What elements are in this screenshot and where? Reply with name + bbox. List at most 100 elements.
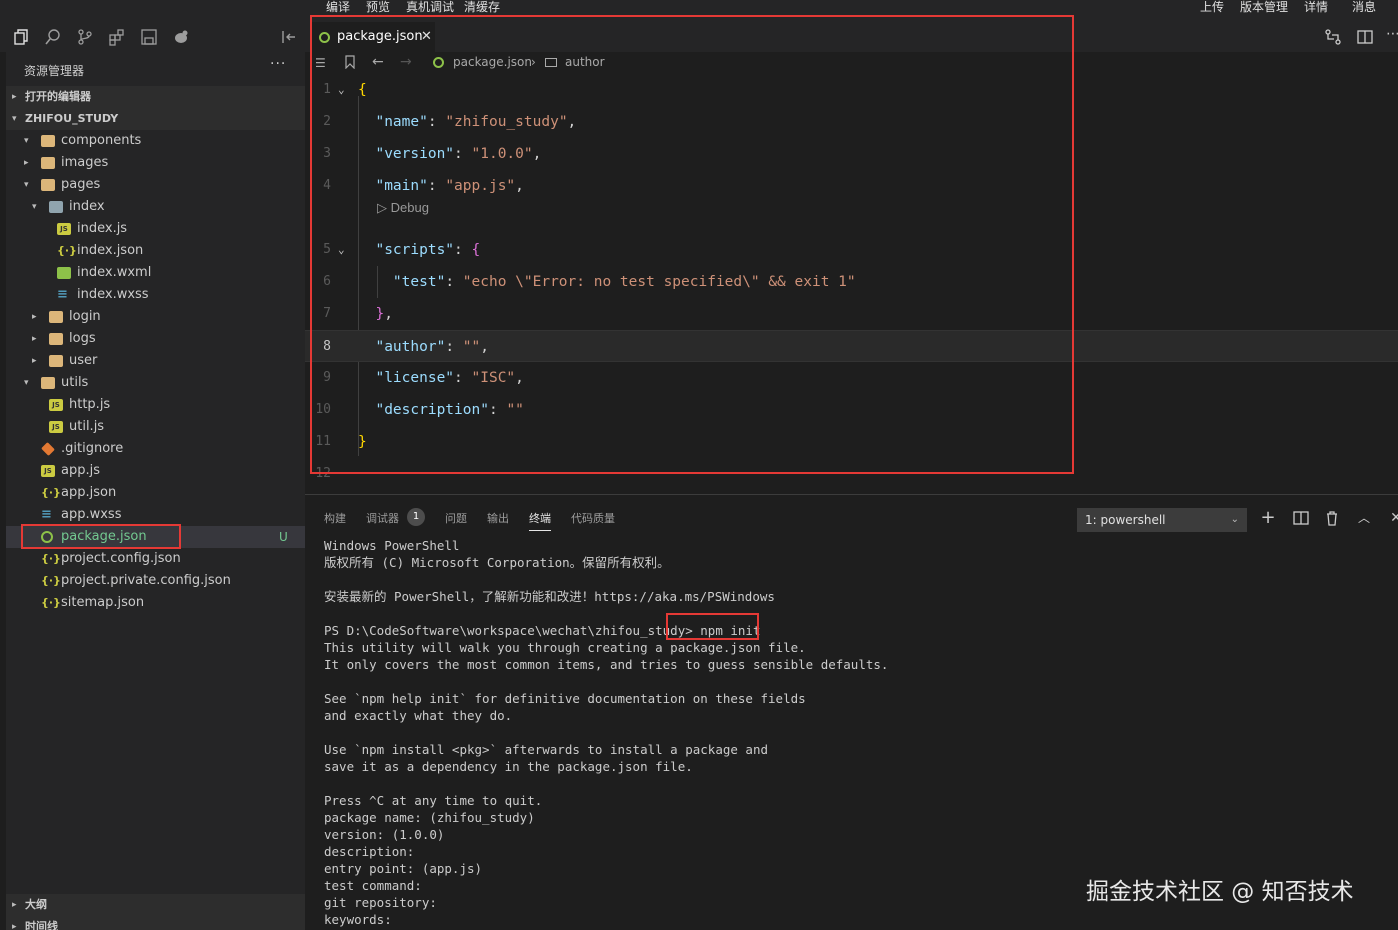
breadcrumb-symbol[interactable]: author	[565, 52, 605, 72]
tree-item[interactable]: JS app.js	[6, 460, 305, 482]
tree-item-label: index.wxml	[77, 265, 152, 280]
code-line[interactable]: 7 },	[305, 298, 1398, 330]
tree-item[interactable]: ▸ login	[6, 306, 305, 328]
tree-item[interactable]: JS index.js	[6, 218, 305, 240]
tree-item[interactable]: ≡ app.wxss	[6, 504, 305, 526]
tree-item[interactable]: index.wxml	[6, 262, 305, 284]
code-token: "test"	[392, 274, 446, 290]
preview-button[interactable]: 预览	[366, 0, 390, 14]
code-line[interactable]: 5 ⌄ "scripts": {	[305, 234, 1398, 266]
forward-arrow-icon[interactable]: →	[400, 52, 412, 72]
compile-button[interactable]: 编译	[326, 0, 350, 14]
code-line[interactable]: 4 "main": "app.js",	[305, 170, 1398, 202]
tree-item[interactable]: ≡ index.wxss	[6, 284, 305, 306]
tree-item[interactable]: ▾ utils	[6, 372, 305, 394]
split-editor-icon[interactable]	[1356, 28, 1374, 46]
tree-item[interactable]: {·} sitemap.json	[6, 592, 305, 614]
tree-item[interactable]: JS http.js	[6, 394, 305, 416]
files-icon[interactable]	[12, 28, 30, 46]
chevron-down-icon[interactable]: ▾	[24, 174, 29, 196]
version-manage-button[interactable]: 版本管理	[1240, 0, 1288, 14]
trash-icon[interactable]	[1323, 509, 1341, 527]
tree-item[interactable]: {·} index.json	[6, 240, 305, 262]
tree-item[interactable]: ▾ components	[6, 130, 305, 152]
terminal-select[interactable]: 1: powershell ⌄	[1077, 508, 1247, 532]
chevron-right-icon[interactable]: ▸	[24, 152, 29, 174]
chevron-up-icon[interactable]: ︿	[1355, 509, 1373, 527]
search-icon[interactable]	[44, 28, 62, 46]
tree-item[interactable]: ▾ pages	[6, 174, 305, 196]
tree-item[interactable]: ▸ logs	[6, 328, 305, 350]
code-line[interactable]: 6 "test": "echo \"Error: no test specifi…	[305, 266, 1398, 298]
source-control-icon[interactable]	[76, 28, 94, 46]
chevron-right-icon: ▸	[12, 92, 17, 102]
tab-package-json[interactable]: package.json ✕	[311, 22, 435, 52]
tab-code-quality[interactable]: 代码质量	[571, 510, 615, 526]
code-line[interactable]: 9 "license": "ISC",	[305, 362, 1398, 394]
tab-debugger[interactable]: 调试器	[366, 510, 399, 526]
outline-section[interactable]: ▸ 大纲	[6, 894, 305, 916]
tab-terminal[interactable]: 终端	[529, 510, 551, 531]
bookmark-icon[interactable]	[344, 55, 356, 69]
tree-item[interactable]: package.json U	[6, 526, 305, 548]
project-section[interactable]: ▾ ZHIFOU_STUDY	[6, 108, 305, 130]
debug-icon[interactable]	[172, 28, 190, 46]
code-line[interactable]: 2 "name": "zhifou_study",	[305, 106, 1398, 138]
close-icon[interactable]: ✕	[1387, 509, 1398, 527]
outline-list-icon[interactable]: ☰	[315, 53, 326, 73]
timeline-section[interactable]: ▸ 时间线	[6, 916, 305, 930]
code-line[interactable]: 3 "version": "1.0.0",	[305, 138, 1398, 170]
timeline-label: 时间线	[25, 920, 58, 930]
chevron-down-icon[interactable]: ▾	[24, 372, 29, 394]
remote-debug-button[interactable]: 真机调试	[406, 0, 454, 14]
code-line[interactable]: 10 "description": ""	[305, 394, 1398, 426]
back-arrow-icon[interactable]: ←	[372, 52, 384, 72]
chevron-down-icon[interactable]: ▾	[32, 196, 37, 218]
code-line[interactable]: 12	[305, 458, 1398, 490]
split-terminal-icon[interactable]	[1292, 509, 1310, 527]
tree-item[interactable]: ▾ index	[6, 196, 305, 218]
code-token: "echo \"Error: no test specified\" && ex…	[462, 274, 856, 290]
code-line[interactable]: 1 ⌄ {	[305, 74, 1398, 106]
collapse-sidebar-icon[interactable]	[280, 28, 298, 46]
debug-codelens[interactable]: ▷ Debug	[377, 200, 429, 216]
tab-output[interactable]: 输出	[487, 510, 509, 526]
compare-icon[interactable]	[1324, 28, 1342, 46]
fold-chevron-icon[interactable]: ⌄	[338, 74, 345, 106]
tree-item[interactable]: ▸ images	[6, 152, 305, 174]
tree-item[interactable]: JS util.js	[6, 416, 305, 438]
code-editor[interactable]: 1 ⌄{2 "name": "zhifou_study", 3 "version":…	[305, 74, 1398, 494]
chevron-right-icon[interactable]: ▸	[32, 306, 37, 328]
tab-problems[interactable]: 问题	[445, 510, 467, 526]
code-line[interactable]: 8 "author": "",	[305, 330, 1398, 362]
code-line[interactable]: 11}	[305, 426, 1398, 458]
line-number: 10	[315, 402, 331, 417]
new-terminal-icon[interactable]: +	[1259, 509, 1277, 527]
clear-cache-button[interactable]: 清缓存	[464, 0, 500, 14]
tree-item[interactable]: {·} app.json	[6, 482, 305, 504]
chevron-right-icon[interactable]: ▸	[32, 328, 37, 350]
tab-build[interactable]: 构建	[324, 510, 346, 526]
tree-item-label: pages	[61, 177, 101, 192]
code-text: "version": "1.0.0",	[358, 138, 541, 170]
tree-item[interactable]: ▸ user	[6, 350, 305, 372]
upload-button[interactable]: 上传	[1200, 0, 1224, 14]
tree-item[interactable]: {·} project.config.json	[6, 548, 305, 570]
chevron-down-icon[interactable]: ▾	[24, 130, 29, 152]
details-button[interactable]: 详情	[1304, 0, 1328, 14]
save-icon[interactable]	[140, 28, 158, 46]
editor-more-icon[interactable]: ⋯	[1386, 26, 1398, 42]
close-icon[interactable]: ✕	[421, 22, 432, 52]
breadcrumb-file[interactable]: package.json	[453, 52, 532, 72]
folder-file-icon	[49, 333, 63, 345]
chevron-right-icon[interactable]: ▸	[32, 350, 37, 372]
messages-button[interactable]: 消息	[1352, 0, 1376, 14]
fold-chevron-icon[interactable]: ⌄	[338, 234, 345, 266]
tree-item[interactable]: .gitignore	[6, 438, 305, 460]
open-editors-section[interactable]: ▸ 打开的编辑器	[6, 86, 305, 108]
tree-item[interactable]: {·} project.private.config.json	[6, 570, 305, 592]
more-actions-icon[interactable]: ···	[270, 56, 286, 72]
tree-item-label: utils	[61, 375, 89, 390]
extensions-icon[interactable]	[108, 28, 126, 46]
